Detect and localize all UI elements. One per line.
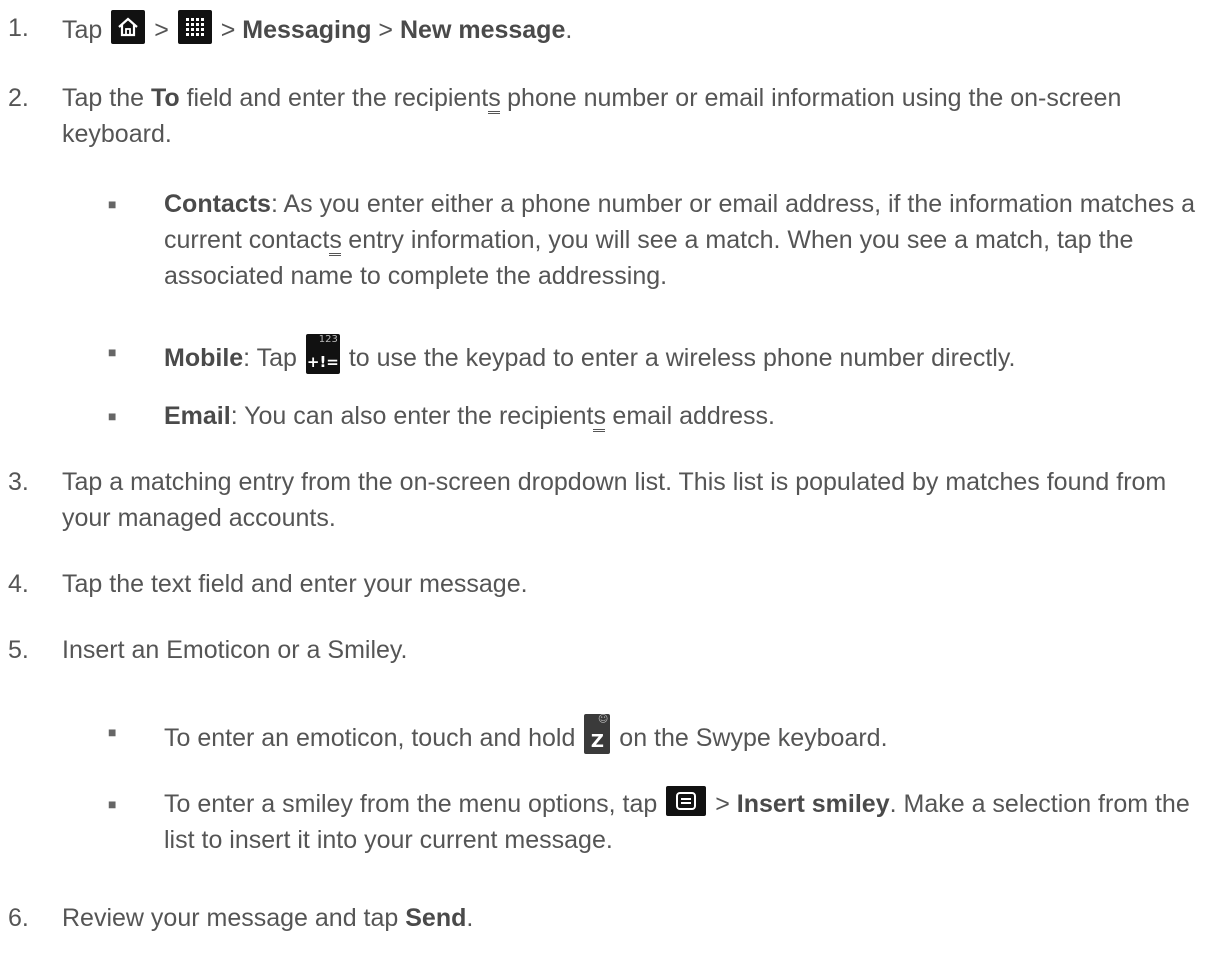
- step-number: 4.: [8, 570, 29, 598]
- step-4: 4. Tap the text field and enter your mes…: [0, 566, 1220, 606]
- step-number: 6.: [8, 904, 29, 932]
- bullet-text: To enter an emoticon, touch and hold ☺ Z…: [164, 714, 888, 754]
- bullet-email: ■ Email: You can also enter the recipien…: [0, 398, 1220, 438]
- bullet-text: To enter a smiley from the menu options,…: [164, 786, 1206, 858]
- step-text: Tap the To field and enter the recipient…: [62, 80, 1206, 152]
- apps-grid-icon: [177, 10, 212, 44]
- step-number: 3.: [8, 468, 29, 496]
- bullet-emoticon: ■ To enter an emoticon, touch and hold ☺…: [0, 706, 1220, 754]
- step-2: 2. Tap the To field and enter the recipi…: [0, 80, 1220, 160]
- bullet-marker: ■: [108, 796, 117, 812]
- step-text: Review your message and tap Send.: [62, 904, 474, 932]
- keypad-123-icon: 123 +!=: [305, 334, 340, 374]
- bullet-marker: ■: [108, 196, 117, 212]
- bullet-text: Contacts: As you enter either a phone nu…: [164, 190, 1196, 290]
- step-text: Tap > > Messaging > New message.: [62, 10, 1206, 48]
- menu-icon: [666, 786, 707, 816]
- apostrophe-glyph: s: [488, 80, 501, 116]
- step-5: 5. Insert an Emoticon or a Smiley.: [0, 632, 1220, 672]
- step-text: Tap a matching entry from the on-screen …: [62, 468, 1167, 532]
- bullet-marker: ■: [108, 344, 117, 360]
- step-3: 3. Tap a matching entry from the on-scre…: [0, 464, 1220, 540]
- bullet-text: Email: You can also enter the recipients…: [164, 398, 1206, 434]
- bullet-smiley: ■ To enter a smiley from the menu option…: [0, 786, 1220, 866]
- swype-z-key-icon: ☺ Z: [584, 714, 611, 754]
- apostrophe-glyph: s: [593, 398, 606, 434]
- step-number: 1.: [8, 14, 29, 42]
- bullet-mobile: ■ Mobile: Tap 123 +!= to use the keypad …: [0, 326, 1220, 374]
- step-1: 1. Tap > > Messaging > New message.: [0, 10, 1220, 50]
- apostrophe-glyph: s: [329, 222, 342, 258]
- step-text: Insert an Emoticon or a Smiley.: [62, 636, 408, 664]
- step-text: Tap the text field and enter your messag…: [62, 570, 528, 598]
- bullet-text: Mobile: Tap 123 +!= to use the keypad to…: [164, 334, 1016, 374]
- step-number: 5.: [8, 636, 29, 664]
- step-6: 6. Review your message and tap Send.: [0, 900, 1220, 940]
- home-icon: [111, 10, 146, 44]
- bullet-marker: ■: [108, 408, 117, 424]
- step-number: 2.: [8, 84, 29, 112]
- instructions-page: 1. Tap > > Messaging > New message. 2. T…: [0, 0, 1220, 972]
- bullet-contacts: ■ Contacts: As you enter either a phone …: [0, 186, 1220, 298]
- bullet-marker: ■: [108, 724, 117, 740]
